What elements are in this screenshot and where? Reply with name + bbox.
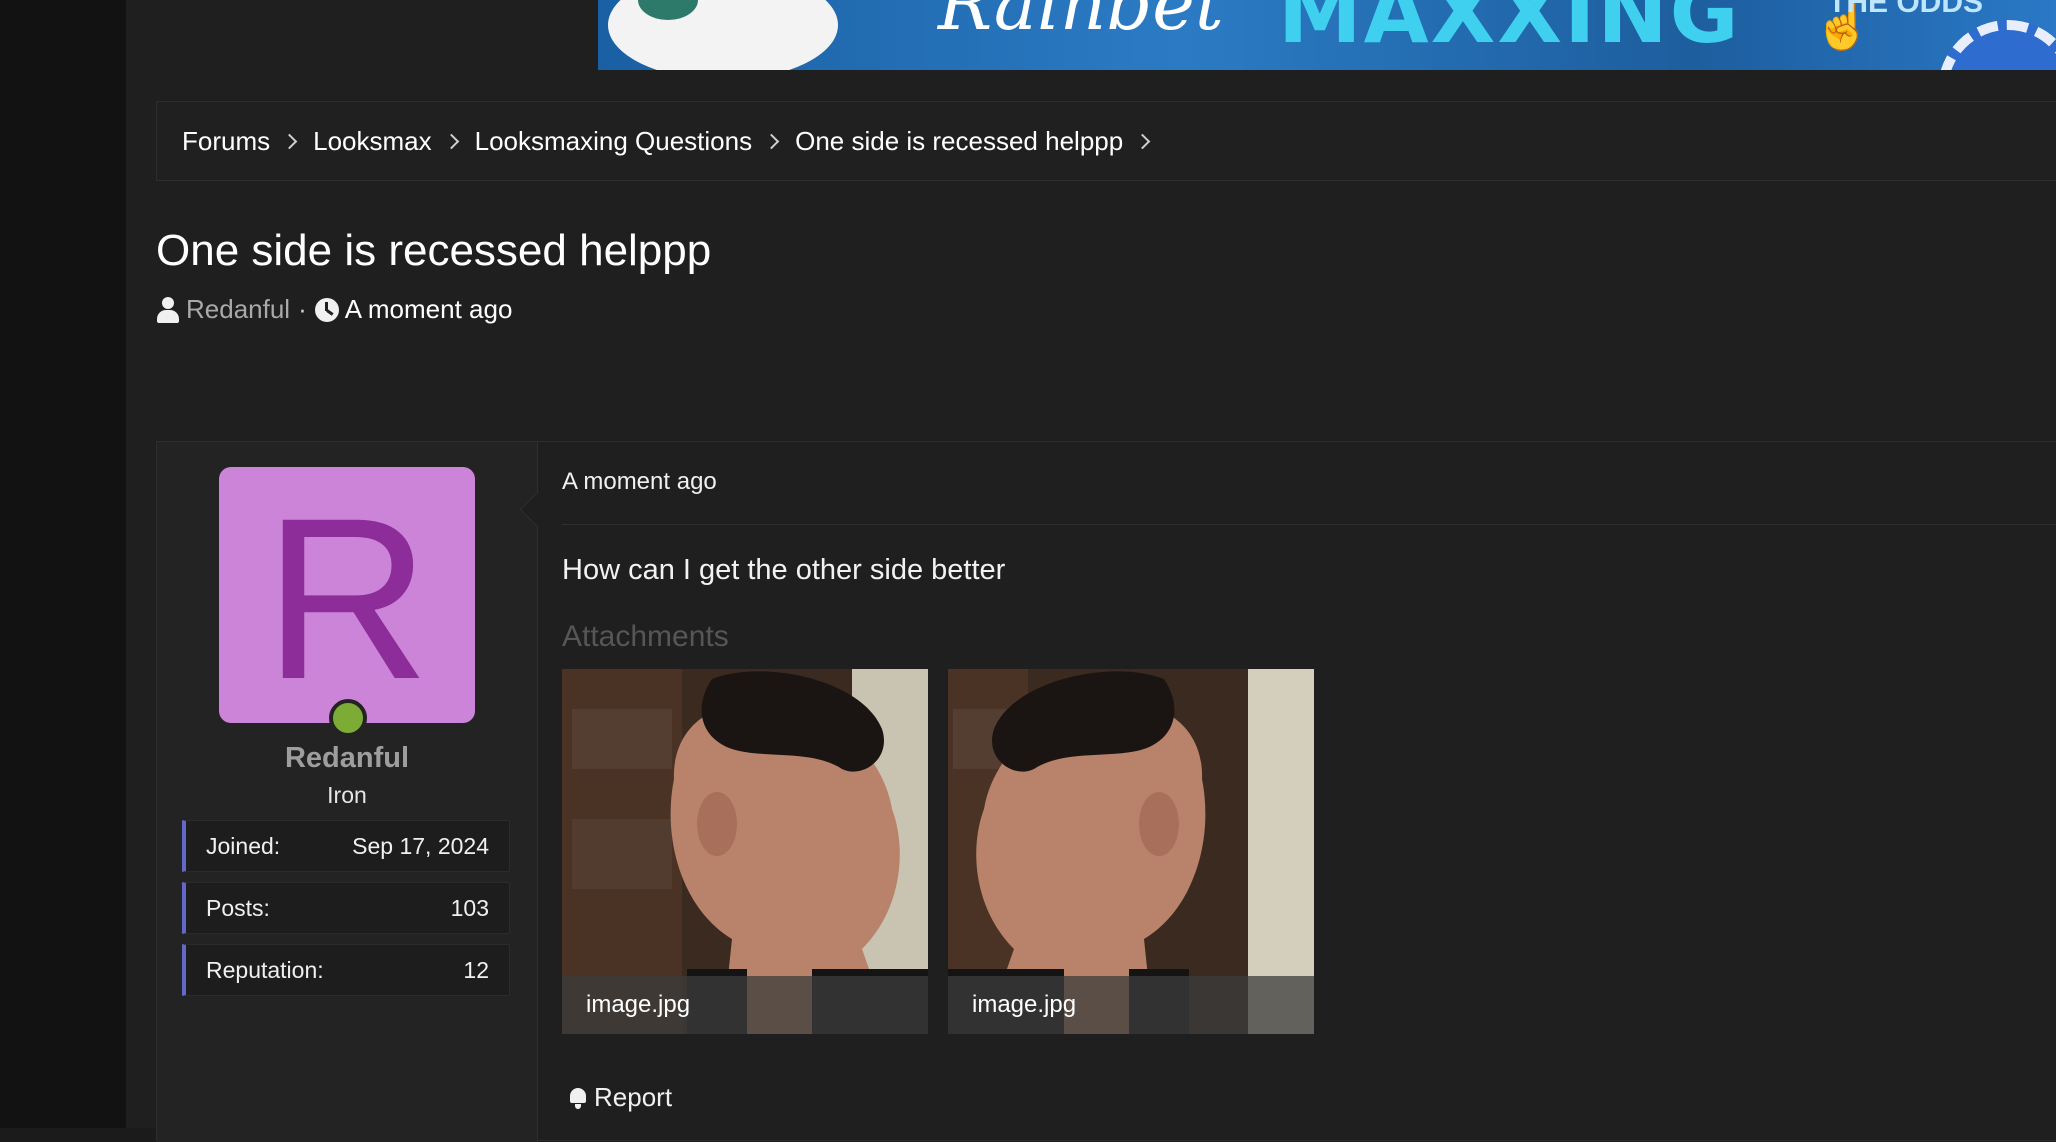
breadcrumb-item-looksmax[interactable]: Looksmax xyxy=(313,126,475,157)
attachment-filename: image.jpg xyxy=(562,976,928,1034)
attachment-thumbnail[interactable]: image.jpg xyxy=(948,669,1314,1034)
online-status-indicator xyxy=(329,699,367,737)
breadcrumb: Forums Looksmax Looksmaxing Questions On… xyxy=(156,101,2056,181)
page-title: One side is recessed helppp xyxy=(156,226,712,275)
thread-meta: Redanful · A moment ago xyxy=(156,294,512,325)
attachment-thumbnail[interactable]: image.jpg xyxy=(562,669,928,1034)
chevron-right-icon xyxy=(763,133,780,149)
stat-value[interactable]: 103 xyxy=(451,895,489,922)
breadcrumb-item-thread[interactable]: One side is recessed helppp xyxy=(795,126,1166,157)
avatar[interactable]: R xyxy=(219,467,475,723)
thread-author-link[interactable]: Redanful xyxy=(186,294,290,325)
banner-headline: MAXXING xyxy=(1278,0,1741,62)
breadcrumb-label[interactable]: Looksmaxing Questions xyxy=(475,126,752,157)
post-content: A moment ago How can I get the other sid… xyxy=(562,442,2056,1142)
post: R Redanful Iron Joined: Sep 17, 2024 Pos… xyxy=(156,441,2056,1142)
report-label: Report xyxy=(594,1082,673,1112)
attachment-filename: image.jpg xyxy=(948,976,1314,1034)
post-user-panel: R Redanful Iron Joined: Sep 17, 2024 Pos… xyxy=(157,442,538,1142)
stat-joined: Joined: Sep 17, 2024 xyxy=(182,820,510,872)
chevron-right-icon xyxy=(1134,133,1151,149)
bell-icon xyxy=(568,1087,588,1109)
banner-odds-text: THE ODDS xyxy=(1828,0,1984,19)
left-gutter xyxy=(0,0,126,1128)
meta-separator: · xyxy=(298,294,307,324)
chevron-right-icon xyxy=(281,133,298,149)
stat-label: Posts: xyxy=(206,894,270,921)
attachments-heading: Attachments xyxy=(562,620,729,653)
breadcrumb-item-forums[interactable]: Forums xyxy=(182,126,313,157)
clock-icon xyxy=(314,297,339,322)
username-link[interactable]: Redanful xyxy=(157,742,537,775)
stat-value: 12 xyxy=(463,956,489,983)
breadcrumb-label[interactable]: Forums xyxy=(182,126,270,157)
ad-banner[interactable]: Rainbet MAXXING ☝ THE ODDS xyxy=(598,0,2056,70)
user-rank: Iron xyxy=(327,782,367,808)
stat-posts: Posts: 103 xyxy=(182,882,510,934)
divider xyxy=(562,524,2056,525)
banner-script-text: Rainbet xyxy=(938,0,1224,46)
report-button[interactable]: Report xyxy=(568,1082,672,1113)
post-message: How can I get the other side better xyxy=(562,554,1006,586)
breadcrumb-label[interactable]: One side is recessed helppp xyxy=(795,126,1123,157)
poker-chip-icon xyxy=(1938,20,2056,70)
breadcrumb-item-looksmaxing-questions[interactable]: Looksmaxing Questions xyxy=(475,126,795,157)
user-icon xyxy=(156,296,180,323)
stat-reputation: Reputation: 12 xyxy=(182,944,510,996)
post-time-link[interactable]: A moment ago xyxy=(562,468,717,496)
chevron-right-icon xyxy=(443,133,459,149)
stat-label: Reputation: xyxy=(206,956,324,983)
avatar-letter: R xyxy=(263,470,431,727)
stat-label: Joined: xyxy=(206,832,281,859)
stat-value: Sep 17, 2024 xyxy=(352,832,489,859)
thread-time-link[interactable]: A moment ago xyxy=(345,294,513,325)
breadcrumb-label[interactable]: Looksmax xyxy=(313,126,432,157)
